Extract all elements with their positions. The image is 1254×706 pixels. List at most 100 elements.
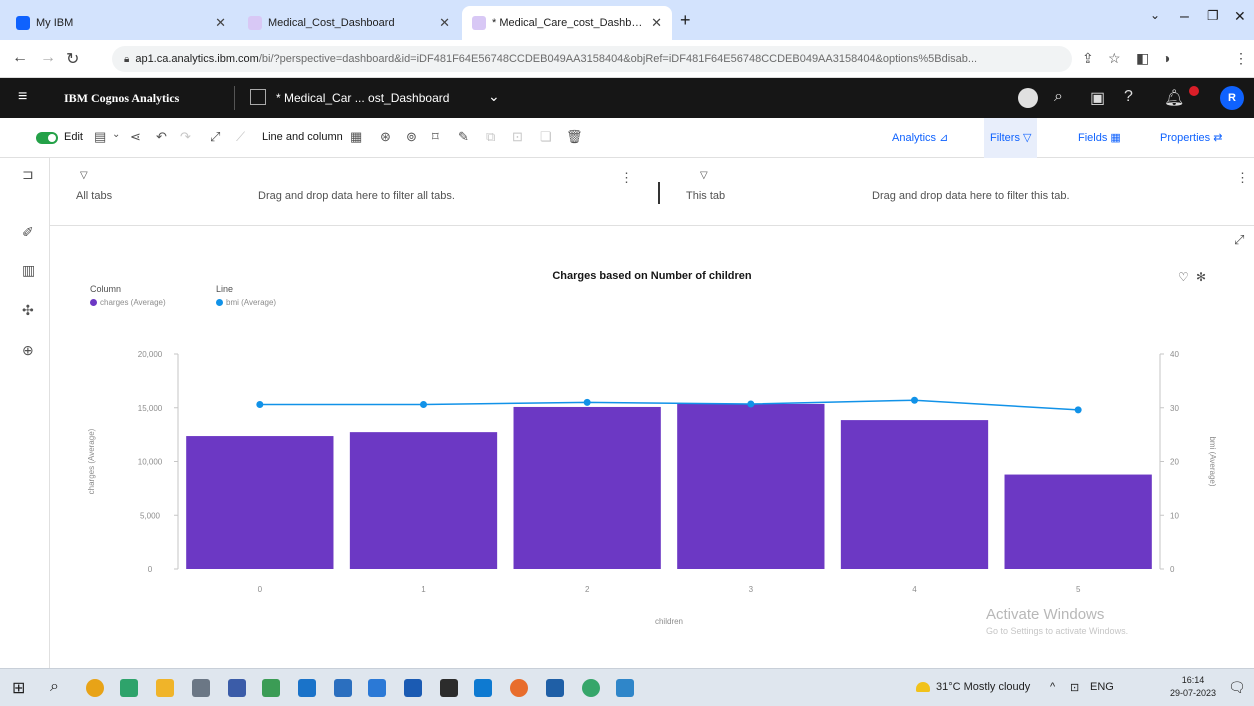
share-icon[interactable]: ⇪ bbox=[1082, 50, 1094, 67]
fields-panel-button[interactable]: Fields ▦ bbox=[1078, 131, 1121, 144]
weather-widget[interactable]: 31°C Mostly cloudy bbox=[916, 681, 1030, 693]
vscode-icon[interactable] bbox=[474, 679, 492, 697]
save-icon[interactable]: ▤ bbox=[94, 129, 106, 145]
chevron-down-icon[interactable]: ⌄ bbox=[488, 88, 500, 105]
photos-icon[interactable] bbox=[616, 679, 634, 697]
duplicate-icon[interactable]: ❏ bbox=[540, 129, 552, 145]
bar[interactable] bbox=[840, 420, 989, 569]
system-clock[interactable]: 16:14 29-07-2023 bbox=[1170, 674, 1216, 700]
bookmark-star-icon[interactable]: ☆ bbox=[1108, 50, 1121, 67]
browser-tab-my-ibm[interactable]: My IBM ✕ bbox=[6, 6, 236, 40]
restore-icon[interactable]: ❐ bbox=[1207, 8, 1219, 24]
line-point[interactable] bbox=[420, 401, 427, 409]
browser-menu-icon[interactable]: ⋮ bbox=[1234, 50, 1248, 67]
bar[interactable] bbox=[1004, 474, 1152, 569]
url-input[interactable]: 🔒︎ ap1.ca.analytics.ibm.com /bi/?perspec… bbox=[112, 46, 1072, 72]
crop-icon[interactable]: ⌑ bbox=[432, 129, 439, 145]
properties-panel-button[interactable]: Properties ⇄ bbox=[1160, 131, 1222, 144]
new-tab-icon[interactable]: + bbox=[680, 10, 691, 31]
chrome-icon[interactable] bbox=[86, 679, 104, 697]
undo-icon[interactable]: ↶ bbox=[156, 129, 167, 145]
help-icon[interactable]: ? bbox=[1124, 88, 1133, 106]
chat-icon[interactable]: ▣ bbox=[1090, 88, 1105, 108]
app-icon[interactable] bbox=[404, 679, 422, 697]
line-point[interactable] bbox=[911, 396, 918, 404]
hamburger-menu-icon[interactable]: ≡ bbox=[18, 88, 27, 106]
app-icon[interactable] bbox=[368, 679, 386, 697]
paste-icon[interactable]: ⊡ bbox=[512, 129, 523, 145]
sidebar-icon[interactable]: ◧ bbox=[1136, 50, 1149, 67]
visualization-type-label[interactable]: Line and column bbox=[262, 131, 343, 143]
format-icon[interactable]: ⊛ bbox=[380, 129, 391, 145]
all-tabs-filter-dropzone[interactable]: ▽ All tabs Drag and drop data here to fi… bbox=[50, 158, 656, 226]
bar[interactable] bbox=[186, 436, 334, 569]
pin-icon[interactable]: ✐ bbox=[22, 224, 34, 241]
app-icon[interactable] bbox=[262, 679, 280, 697]
sources-icon[interactable]: ⊐ bbox=[22, 166, 34, 183]
app-icon[interactable] bbox=[440, 679, 458, 697]
teams-icon[interactable] bbox=[120, 679, 138, 697]
notifications-icon[interactable]: 🔔︎ bbox=[1164, 88, 1184, 108]
color-icon[interactable]: ⊚ bbox=[406, 129, 417, 145]
reload-icon[interactable]: ↻ bbox=[66, 49, 79, 69]
window-close-icon[interactable]: ✕ bbox=[1234, 8, 1246, 25]
search-icon[interactable]: ⌕ bbox=[1054, 88, 1063, 106]
legend-item-charges[interactable]: charges (Average) bbox=[90, 298, 166, 307]
close-tab-icon[interactable]: ✕ bbox=[651, 15, 662, 31]
pin-icon[interactable]: ⟋ bbox=[236, 129, 245, 145]
more-options-icon[interactable]: ⋮ bbox=[1236, 170, 1249, 186]
redo-icon[interactable]: ↷ bbox=[180, 129, 191, 145]
focus-mode-icon[interactable]: ⤢ bbox=[1234, 232, 1244, 248]
browser-icon[interactable] bbox=[510, 679, 528, 697]
analytics-panel-button[interactable]: Analytics ⊿ bbox=[892, 131, 948, 144]
app-icon[interactable] bbox=[582, 679, 600, 697]
bar[interactable] bbox=[513, 406, 661, 569]
search-icon[interactable]: ⌕ bbox=[50, 678, 59, 696]
forward-icon[interactable]: → bbox=[40, 49, 56, 67]
tray-overflow-icon[interactable]: ^ bbox=[1050, 681, 1055, 693]
app-icon[interactable] bbox=[546, 679, 564, 697]
windows-start-icon[interactable]: ⊞ bbox=[12, 678, 25, 698]
dashboard-name[interactable]: * Medical_Car ... ost_Dashboard bbox=[276, 91, 449, 105]
profile-icon[interactable]: ◑ bbox=[1162, 50, 1170, 66]
notification-center-icon[interactable]: 🗨︎ bbox=[1228, 679, 1246, 696]
mail-icon[interactable] bbox=[334, 679, 352, 697]
chart-settings-icon[interactable]: ✻ bbox=[1196, 270, 1206, 284]
line-point[interactable] bbox=[1074, 406, 1082, 414]
file-explorer-icon[interactable] bbox=[156, 679, 174, 697]
insight-bulb-icon[interactable]: ♡ bbox=[1178, 270, 1189, 284]
close-tab-icon[interactable]: ✕ bbox=[439, 15, 450, 31]
avatar[interactable]: R bbox=[1220, 86, 1244, 110]
store-icon[interactable] bbox=[298, 679, 316, 697]
legend-item-bmi[interactable]: bmi (Average) bbox=[216, 298, 276, 307]
edit-toggle[interactable] bbox=[36, 132, 58, 144]
this-tab-filter-dropzone[interactable]: ▽ This tab Drag and drop data here to fi… bbox=[664, 158, 1254, 226]
assistant-icon[interactable] bbox=[1018, 88, 1038, 108]
copy-icon[interactable]: ⧉ bbox=[486, 129, 495, 145]
filters-panel-button[interactable]: Filters ▽ bbox=[984, 118, 1038, 158]
bar[interactable] bbox=[349, 432, 498, 569]
expand-icon[interactable]: ⤢ bbox=[210, 129, 220, 145]
close-tab-icon[interactable]: ✕ bbox=[215, 15, 226, 31]
widgets-icon[interactable]: ✣ bbox=[22, 302, 34, 319]
tab-search-icon[interactable]: ⌄ bbox=[1150, 8, 1160, 22]
bar[interactable] bbox=[677, 403, 825, 569]
language-indicator[interactable]: ENG bbox=[1090, 681, 1114, 693]
calculator-icon[interactable] bbox=[192, 679, 210, 697]
filter-divider[interactable] bbox=[658, 182, 660, 204]
visualizations-icon[interactable]: ▥ bbox=[22, 262, 35, 279]
back-icon[interactable]: ← bbox=[12, 49, 28, 67]
chart-type-icon[interactable]: ▦ bbox=[350, 129, 362, 145]
minimize-icon[interactable]: – bbox=[1180, 8, 1189, 26]
line-point[interactable] bbox=[747, 400, 755, 408]
app-icon[interactable] bbox=[228, 679, 246, 697]
delete-icon[interactable]: 🗑︎ bbox=[566, 129, 583, 145]
network-icon[interactable]: ⊡ bbox=[1070, 681, 1079, 694]
browser-tab-medical-cost[interactable]: Medical_Cost_Dashboard ✕ bbox=[238, 6, 460, 40]
share-icon[interactable]: ⋖ bbox=[130, 129, 141, 145]
chevron-down-icon[interactable]: ⌄ bbox=[112, 129, 120, 140]
line-point[interactable] bbox=[583, 398, 591, 406]
line-point[interactable] bbox=[256, 401, 264, 409]
pin-to-board-icon[interactable]: ✎ bbox=[458, 129, 469, 145]
assets-icon[interactable]: ⊕ bbox=[22, 342, 34, 359]
